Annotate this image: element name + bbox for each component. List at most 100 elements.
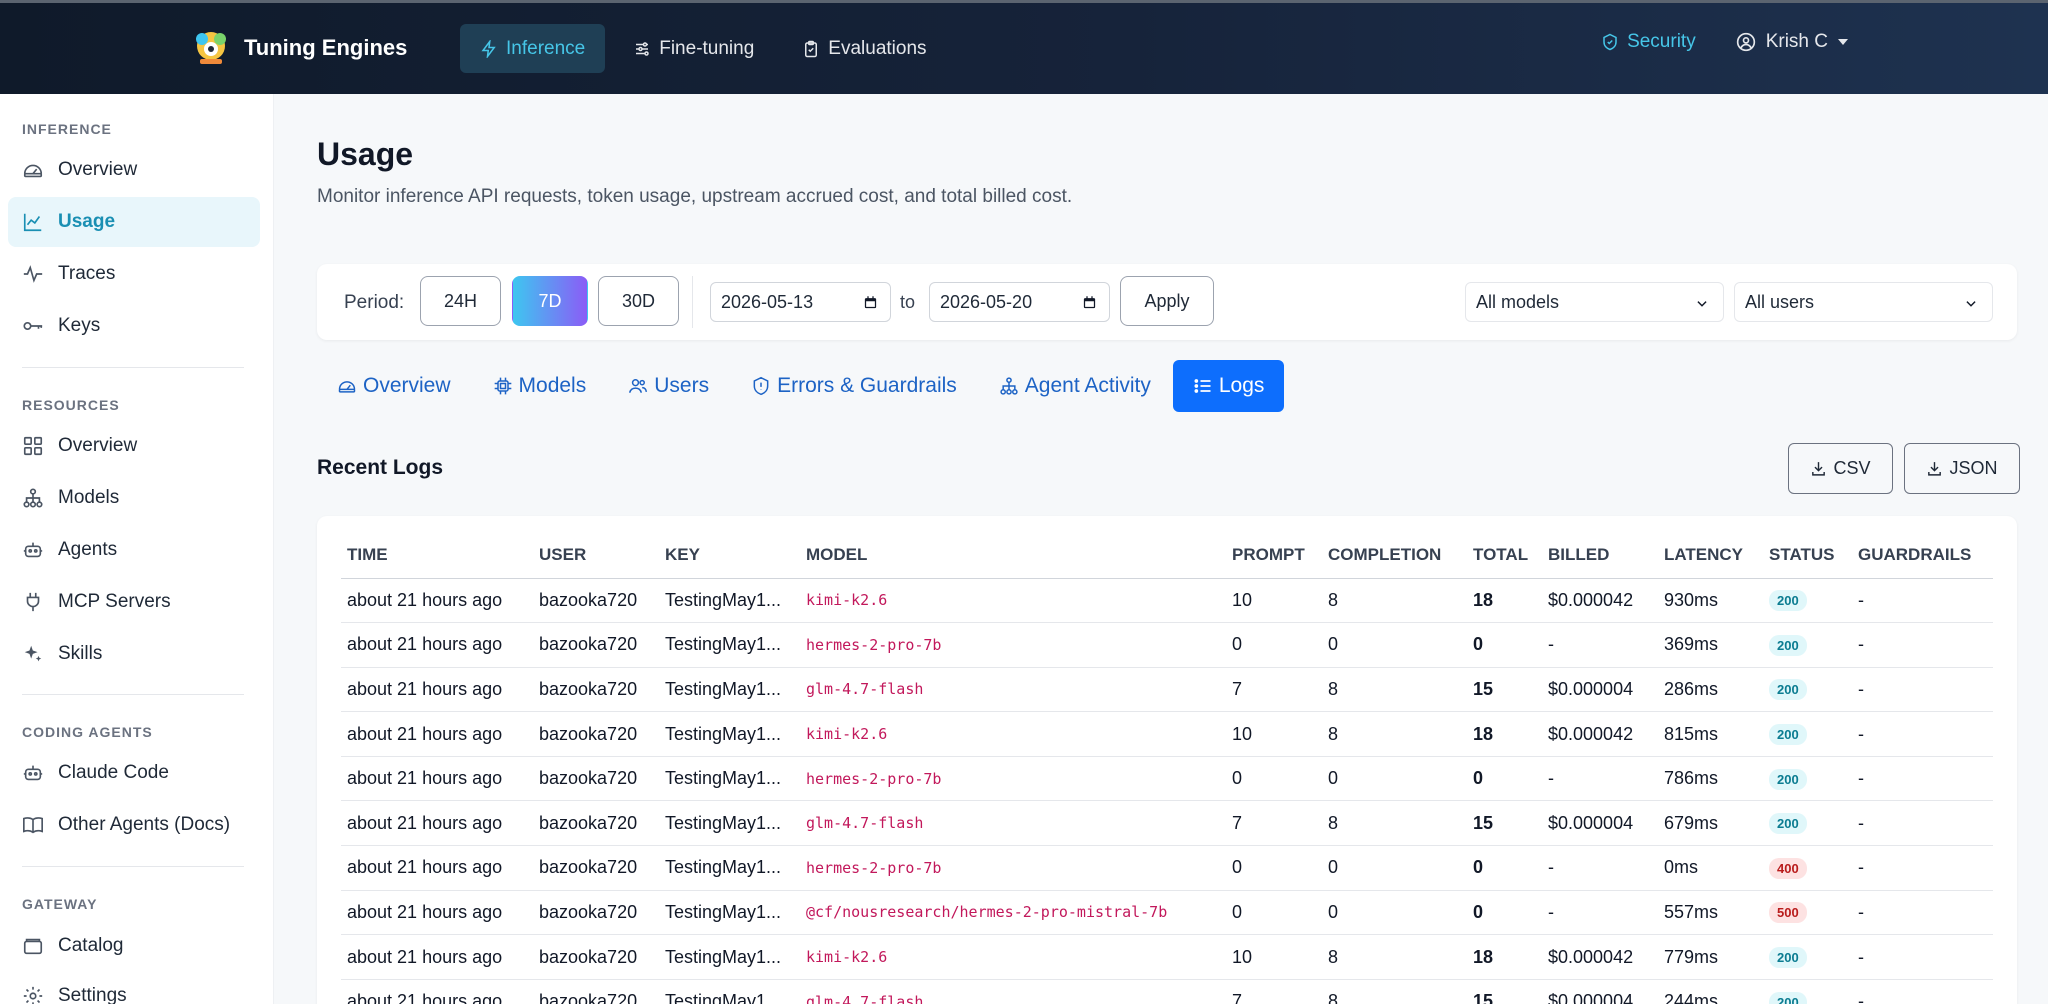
column-header-time[interactable]: TIME [341,532,533,579]
cell-billed: - [1542,622,1658,668]
tab-agent-activity[interactable]: Agent Activity [979,360,1171,412]
column-header-latency[interactable]: LATENCY [1658,532,1763,579]
cell-time: about 21 hours ago [341,578,533,624]
table-row[interactable]: about 21 hours ago bazooka720 TestingMay1.… [341,845,1993,891]
status-badge: 200 [1769,813,1807,835]
column-header-billed[interactable]: BILLED [1542,532,1658,579]
cell-status: 400 [1763,845,1852,891]
table-row[interactable]: about 21 hours ago bazooka720 TestingMay1.… [341,578,1993,624]
sidebar-item-settings[interactable]: Settings [8,971,260,1004]
filter-divider [692,276,693,328]
logs-table-card: TIME USER KEY MODEL PROMPT COMPLETION TOTAL BIL… [317,516,2017,1004]
column-header-completion[interactable]: COMPLETION [1322,532,1467,579]
sidebar-item-label: Overview [58,159,138,180]
cell-prompt: 10 [1226,578,1322,624]
nav-evaluations-label: Evaluations [828,37,927,59]
sidebar-item-inference-overview[interactable]: Overview [8,145,260,195]
date-to-value: 2026-05-20 [940,291,1033,312]
tab-label: Errors & Guardrails [777,374,957,397]
apply-button[interactable]: Apply [1120,276,1214,326]
calendar-icon[interactable] [1082,295,1097,310]
cell-status: 200 [1763,979,1852,1004]
nav-fine-tuning[interactable]: Fine-tuning [613,24,774,73]
logs-table: TIME USER KEY MODEL PROMPT COMPLETION TOTAL BIL… [341,532,1993,1004]
list-icon [1194,379,1211,393]
brand[interactable]: Tuning Engines [190,29,407,67]
cell-completion: 0 [1322,845,1467,891]
download-csv-button[interactable]: CSV [1788,443,1893,494]
cell-time: about 21 hours ago [341,979,533,1004]
cell-status: 200 [1763,622,1852,668]
sidebar-item-agents[interactable]: Agents [8,525,260,575]
column-header-prompt[interactable]: PROMPT [1226,532,1322,579]
sidebar-item-label: MCP Servers [58,591,171,612]
tab-models[interactable]: Models [473,360,607,412]
cell-user: bazooka720 [533,578,659,624]
cell-total: 15 [1467,800,1542,847]
book-icon [23,817,43,834]
table-row[interactable]: about 21 hours ago bazooka720 TestingMay1.… [341,800,1993,847]
tab-logs[interactable]: Logs [1172,360,1285,412]
nav-evaluations[interactable]: Evaluations [782,24,946,73]
cell-user: bazooka720 [533,622,659,668]
cell-time: about 21 hours ago [341,934,533,980]
sidebar-item-skills[interactable]: Skills [8,629,260,679]
status-badge: 200 [1769,634,1807,656]
sidebar-item-label: Agents [58,539,118,560]
user-select[interactable]: All users [1734,282,1993,322]
sidebar-item-label: Keys [58,315,101,336]
sidebar-item-traces[interactable]: Traces [8,249,260,299]
column-header-model[interactable]: MODEL [800,532,1226,579]
column-header-status[interactable]: STATUS [1763,532,1852,579]
security-link[interactable]: Security [1601,31,1696,53]
model-select-value: All models [1476,291,1560,312]
cell-prompt: 7 [1226,800,1322,847]
sidebar-item-resources-overview[interactable]: Overview [8,421,260,471]
table-row[interactable]: about 21 hours ago bazooka720 TestingMay1.… [341,979,1993,1004]
calendar-icon[interactable] [863,295,878,310]
sidebar-item-models[interactable]: Models [8,473,260,523]
period-24h-button[interactable]: 24H [420,276,501,326]
cell-latency: 369ms [1658,622,1763,668]
sidebar-item-claude-code[interactable]: Claude Code [8,748,260,798]
sidebar-item-keys[interactable]: Keys [8,301,260,351]
cell-completion: 8 [1322,979,1467,1004]
cell-time: about 21 hours ago [341,800,533,847]
chart-line-icon [23,213,42,232]
main-content: Usage Monitor inference API requests, to… [274,94,2048,1004]
column-header-key[interactable]: KEY [659,532,800,579]
table-row[interactable]: about 21 hours ago bazooka720 TestingMay1.… [341,622,1993,668]
sidebar-item-mcp-servers[interactable]: MCP Servers [8,577,260,627]
table-row[interactable]: about 21 hours ago bazooka720 TestingMay1.… [341,667,1993,713]
nav-inference[interactable]: Inference [460,24,606,73]
tab-users[interactable]: Users [608,360,729,412]
date-to-input[interactable]: 2026-05-20 [929,282,1110,322]
date-from-input[interactable]: 2026-05-13 [710,282,891,322]
cell-key: TestingMay1... [659,890,800,936]
tab-errors-guardrails[interactable]: Errors & Guardrails [731,360,977,412]
column-header-total[interactable]: TOTAL [1467,532,1542,579]
column-header-user[interactable]: USER [533,532,659,579]
table-row[interactable]: about 21 hours ago bazooka720 TestingMay1.… [341,711,1993,757]
table-row[interactable]: about 21 hours ago bazooka720 TestingMay1.… [341,934,1993,980]
period-7d-button[interactable]: 7D [512,276,588,326]
download-json-button[interactable]: JSON [1904,443,2020,494]
sliders-icon [636,41,649,56]
model-select[interactable]: All models [1465,282,1724,322]
table-row[interactable]: about 21 hours ago bazooka720 TestingMay1.… [341,756,1993,802]
sidebar-section-title: GATEWAY [22,896,98,912]
tab-overview[interactable]: Overview [317,360,471,412]
sidebar-item-usage[interactable]: Usage [8,197,260,247]
sidebar-item-other-agents-docs[interactable]: Other Agents (Docs) [8,800,260,850]
column-header-guardrails[interactable]: GUARDRAILS [1852,532,1993,579]
table-row[interactable]: about 21 hours ago bazooka720 TestingMay1.… [341,890,1993,936]
sidebar-item-catalog[interactable]: Catalog [8,921,260,971]
user-menu[interactable]: Krish C [1736,31,1848,53]
activity-icon [23,265,43,283]
csv-label: CSV [1833,458,1871,478]
cell-prompt: 7 [1226,667,1322,713]
cell-status: 200 [1763,934,1852,980]
sidebar-item-label: Claude Code [58,762,169,783]
period-30d-button[interactable]: 30D [598,276,679,326]
sidebar-item-label: Traces [58,263,116,284]
